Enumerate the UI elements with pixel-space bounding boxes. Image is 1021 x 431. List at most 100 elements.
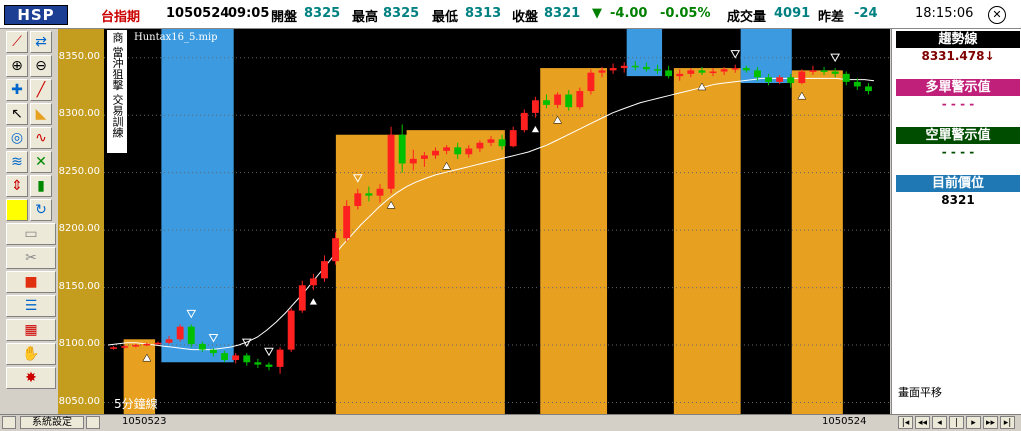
- candle-body: [665, 70, 673, 77]
- volume-label: 成交量: [727, 10, 767, 25]
- candle-body: [465, 148, 473, 155]
- candle-body: [609, 68, 617, 71]
- candle-body: [198, 343, 206, 350]
- candle-body: [398, 134, 406, 164]
- folder-icon[interactable]: ▭: [6, 223, 56, 245]
- system-settings-button[interactable]: 系統設定: [20, 416, 84, 429]
- quote-date: 1050524: [166, 6, 230, 21]
- wave-icon[interactable]: ∿: [30, 127, 52, 149]
- list-icon[interactable]: ☰: [6, 295, 56, 317]
- status-indicator-icon: [2, 416, 16, 429]
- candle-body: [354, 193, 362, 206]
- candle-body: [831, 71, 839, 74]
- candle-body: [565, 94, 573, 108]
- candle-body: [487, 139, 495, 143]
- pen-icon[interactable]: ⟋: [6, 31, 28, 53]
- star-icon[interactable]: ✸: [6, 367, 56, 389]
- y-tick-label: 8250.00: [58, 165, 100, 177]
- candle-body: [432, 150, 439, 156]
- y-tick-label: 8100.00: [58, 338, 100, 350]
- candle-body: [631, 65, 639, 68]
- long-alert-value: - - - -: [941, 97, 975, 111]
- up-down-icon[interactable]: ⇕: [6, 175, 28, 197]
- sell-zone: [740, 29, 792, 84]
- y-tick-label: 8050.00: [58, 395, 100, 407]
- candle-body: [165, 339, 173, 343]
- nav-prev-icon[interactable]: ◂: [932, 416, 947, 429]
- candle-body: [709, 71, 717, 74]
- buy-signal-marker: [530, 124, 540, 133]
- candle-body: [676, 73, 684, 77]
- candle-body: [865, 86, 872, 92]
- open-value: 8325: [304, 6, 341, 21]
- candle-body: [121, 346, 129, 348]
- candle-body: [509, 130, 517, 147]
- yellow-box-icon[interactable]: [6, 199, 28, 221]
- side-label-3: 交易訓練: [111, 94, 124, 138]
- chart-area[interactable]: Huntax16_5.mip 5分鐘線: [104, 29, 890, 414]
- short-alert-value: - - - -: [941, 145, 975, 159]
- position-value: 8321: [941, 193, 975, 207]
- bar-icon[interactable]: ▮: [30, 175, 52, 197]
- cross-arrows-icon[interactable]: ✕: [30, 151, 52, 173]
- volume-value: 4091: [774, 6, 811, 21]
- candle-body: [154, 342, 162, 345]
- close-icon[interactable]: ✕: [988, 6, 1006, 24]
- candle-body: [254, 362, 262, 365]
- target-icon[interactable]: ◎: [6, 127, 28, 149]
- spacer-icon: [86, 416, 100, 429]
- candle-body: [554, 94, 562, 105]
- sell-signal-marker: [264, 347, 274, 357]
- pencil-icon[interactable]: ◣: [30, 103, 52, 125]
- grid-icon[interactable]: ▦: [6, 319, 56, 341]
- cut-icon[interactable]: ✂: [6, 247, 56, 269]
- fibonacci-icon[interactable]: ≋: [6, 151, 28, 173]
- nav-pause-icon[interactable]: |: [949, 416, 964, 429]
- nav-next-page-icon[interactable]: ▸▸: [983, 416, 998, 429]
- symbol-name: 台指期: [101, 10, 141, 25]
- chart-canvas: [104, 29, 890, 414]
- side-label-box: 商 當沖狙擊 交易訓練: [106, 29, 128, 154]
- candle-body: [698, 70, 706, 73]
- candle-body: [687, 70, 695, 74]
- hands-icon[interactable]: ✋: [6, 343, 56, 365]
- pointer-icon[interactable]: ↖: [6, 103, 28, 125]
- stop-icon[interactable]: ■: [6, 271, 56, 293]
- zoom-fit-icon[interactable]: ⇄: [30, 31, 52, 53]
- indicator-name: Huntax16_5.mip: [134, 32, 218, 43]
- candle-body: [176, 326, 184, 340]
- candle-body: [642, 66, 650, 70]
- zoom-out-icon[interactable]: ⊖: [30, 55, 52, 77]
- candle-body: [543, 100, 550, 105]
- candle-body: [132, 345, 140, 347]
- nav-prev-page-icon[interactable]: ◂◂: [915, 416, 930, 429]
- long-alert-heading: 多單警示值: [896, 79, 1020, 96]
- candle-body: [343, 205, 351, 239]
- candle-body: [265, 364, 273, 367]
- candle-body: [420, 155, 428, 159]
- candle-body: [443, 147, 451, 151]
- side-label-1: 商: [111, 32, 124, 43]
- toolbar: ⟋ ⇄ ⊕ ⊖ ✚ ╱ ↖ ◣ ◎ ∿ ≋ ✕ ⇕ ▮ ↻ ▭ ✂ ■ ☰ ▦ …: [0, 29, 58, 414]
- change-value: -4.00: [610, 6, 648, 21]
- sell-zone: [161, 29, 234, 363]
- nav-next-icon[interactable]: ▸: [966, 416, 981, 429]
- nav-last-icon[interactable]: ▸|: [1000, 416, 1015, 429]
- crosshair-icon[interactable]: ✚: [6, 79, 28, 101]
- line-icon[interactable]: ╱: [30, 79, 52, 101]
- nav-first-icon[interactable]: |◂: [898, 416, 913, 429]
- candle-body: [187, 326, 195, 344]
- candle-body: [853, 81, 861, 87]
- candle-body: [598, 70, 606, 73]
- side-label-2: 當沖狙擊: [111, 46, 124, 91]
- refresh-icon[interactable]: ↻: [30, 199, 52, 221]
- candle-body: [809, 70, 817, 72]
- candle-body: [731, 68, 739, 70]
- y-tick-label: 8300.00: [58, 108, 100, 120]
- candle-body: [765, 77, 772, 82]
- candle-body: [110, 347, 117, 349]
- candle-body: [531, 100, 539, 113]
- zoom-in-icon[interactable]: ⊕: [6, 55, 28, 77]
- candle-body: [654, 69, 661, 71]
- candle-body: [210, 349, 217, 354]
